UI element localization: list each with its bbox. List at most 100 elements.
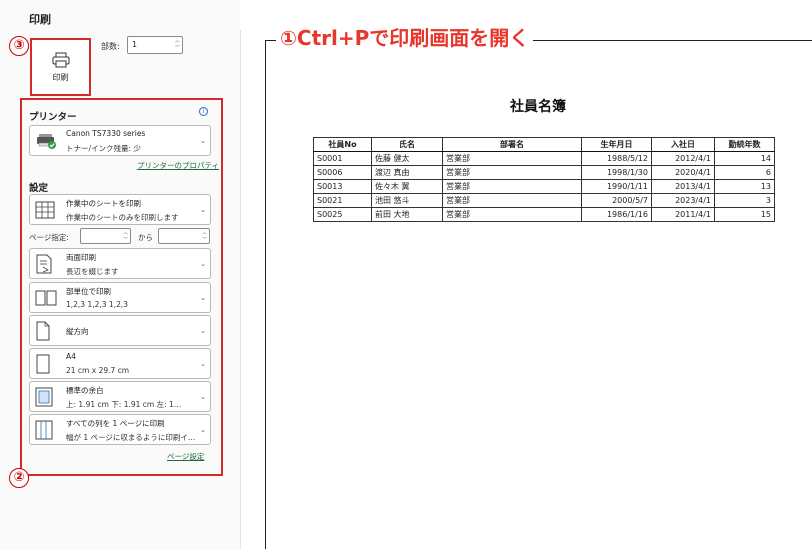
table-row: S0025 前田 大地 営業部 1986/1/16 2011/4/1 15 xyxy=(313,207,775,222)
printer-properties-link[interactable]: プリンターのプロパティ xyxy=(137,160,219,171)
scaling-dropdown[interactable]: すべての列を 1 ページに印刷 幅が 1 ページに収まるように印刷イ… ⌄ xyxy=(29,414,211,445)
page-from-spinner[interactable]: ︿ ﹀ xyxy=(123,230,128,244)
orientation-dropdown[interactable]: 縦方向 ⌄ xyxy=(29,315,211,346)
table-cell: 佐藤 健太 xyxy=(371,151,443,166)
table-cell: 15 xyxy=(714,207,775,222)
copies-spinner[interactable]: ︿ ﹀ xyxy=(175,38,180,52)
table-cell: 前田 大地 xyxy=(371,207,443,222)
chevron-down-icon: ⌄ xyxy=(200,206,206,214)
table-cell: 営業部 xyxy=(442,207,582,222)
print-what-desc: 作業中のシートのみを印刷します xyxy=(66,213,179,222)
margins-title: 標準の余白 xyxy=(66,386,104,395)
table-cell: 佐々木 翼 xyxy=(371,179,443,194)
chevron-down-icon: ⌄ xyxy=(200,426,206,434)
table-cell: 営業部 xyxy=(442,151,582,166)
page-to-spinner[interactable]: ︿ ﹀ xyxy=(202,230,207,244)
orientation-title: 縦方向 xyxy=(66,327,89,336)
table-cell: 2011/4/1 xyxy=(651,207,715,222)
page-range-to-input[interactable]: ︿ ﹀ xyxy=(158,228,210,244)
page-setup-link[interactable]: ページ設定 xyxy=(167,451,204,462)
table-cell: S0013 xyxy=(313,179,372,194)
column-header: 部署名 xyxy=(442,137,582,152)
info-icon[interactable]: i xyxy=(199,107,208,116)
chevron-down-icon: ⌄ xyxy=(200,327,206,335)
collate-desc: 1,2,3 1,2,3 1,2,3 xyxy=(66,300,129,309)
scaling-desc: 幅が 1 ページに収まるように印刷イ… xyxy=(66,433,196,442)
collate-dropdown[interactable]: 部単位で印刷 1,2,3 1,2,3 1,2,3 ⌄ xyxy=(29,282,211,313)
table-row: S0013 佐々木 翼 営業部 1990/1/11 2013/4/1 13 xyxy=(313,179,775,194)
print-preview-page xyxy=(265,40,812,549)
table-header-row: 社員No 氏名 部署名 生年月日 入社日 勤続年数 xyxy=(313,137,775,152)
table-cell: 2012/4/1 xyxy=(651,151,715,166)
table-cell: 1998/1/30 xyxy=(581,165,652,180)
margins-desc: 上: 1.91 cm 下: 1.91 cm 左: 1… xyxy=(66,400,182,409)
paper-size-title: A4 xyxy=(66,352,76,361)
copies-input[interactable]: 1 ︿ ﹀ xyxy=(127,36,183,54)
table-cell: S0025 xyxy=(313,207,372,222)
table-cell: S0006 xyxy=(313,165,372,180)
page-title: 印刷 xyxy=(29,13,51,26)
print-button[interactable]: 印刷 xyxy=(36,43,85,91)
table-cell: 2000/5/7 xyxy=(581,193,652,208)
table-row: S0021 池田 悠斗 営業部 2000/5/7 2023/4/1 3 xyxy=(313,193,775,208)
chevron-down-icon: ⌄ xyxy=(200,260,206,268)
preview-table: 社員No 氏名 部署名 生年月日 入社日 勤続年数 S0001 佐藤 健太 営業… xyxy=(313,137,775,222)
print-button-highlight: 印刷 xyxy=(30,38,91,96)
table-cell: 2013/4/1 xyxy=(651,179,715,194)
print-screen: 印刷 ③ 印刷 部数: 1 ︿ ﹀ プリンター i Canon TS7330 se… xyxy=(0,0,812,549)
duplex-desc: 長辺を綴じます xyxy=(66,267,119,276)
duplex-icon xyxy=(36,254,52,274)
copies-label: 部数: xyxy=(101,42,120,51)
printer-section-title: プリンター xyxy=(29,112,77,123)
table-cell: 渡辺 真由 xyxy=(371,165,443,180)
duplex-title: 両面印刷 xyxy=(66,253,96,262)
printer-icon xyxy=(52,52,69,67)
table-cell: 6 xyxy=(714,165,775,180)
column-header: 氏名 xyxy=(371,137,443,152)
chevron-down-icon: ⌄ xyxy=(200,360,206,368)
table-cell: 営業部 xyxy=(442,165,582,180)
table-cell: 13 xyxy=(714,179,775,194)
table-cell: 池田 悠斗 xyxy=(371,193,443,208)
page-range-from-input[interactable]: ︿ ﹀ xyxy=(80,228,131,244)
column-header: 生年月日 xyxy=(581,137,652,152)
settings-section-title: 設定 xyxy=(29,183,49,194)
table-cell: 1986/1/16 xyxy=(581,207,652,222)
fit-columns-icon xyxy=(35,420,53,440)
table-cell: S0021 xyxy=(313,193,372,208)
callout-two: ② xyxy=(9,468,29,488)
printer-status: トナー/インク残量: 少 xyxy=(66,144,141,153)
column-header: 勤続年数 xyxy=(714,137,775,152)
table-cell: 営業部 xyxy=(442,179,582,194)
margins-dropdown[interactable]: 標準の余白 上: 1.91 cm 下: 1.91 cm 左: 1… ⌄ xyxy=(29,381,211,412)
copies-value: 1 xyxy=(132,40,138,49)
collate-title: 部単位で印刷 xyxy=(66,287,111,296)
table-cell: 14 xyxy=(714,151,775,166)
paper-size-dropdown[interactable]: A4 21 cm x 29.7 cm ⌄ xyxy=(29,348,211,379)
margins-icon xyxy=(35,387,53,407)
page-range-label: ページ指定: xyxy=(29,233,69,242)
table-cell: S0001 xyxy=(313,151,372,166)
print-what-dropdown[interactable]: 作業中のシートを印刷 作業中のシートのみを印刷します ⌄ xyxy=(29,194,211,225)
table-row: S0001 佐藤 健太 営業部 1988/5/12 2012/4/1 14 xyxy=(313,151,775,166)
sheet-grid-icon xyxy=(35,201,55,219)
chevron-down-icon: ⌄ xyxy=(200,137,206,145)
table-cell: 2023/4/1 xyxy=(651,193,715,208)
portrait-page-icon xyxy=(36,321,50,341)
preview-document-title: 社員名簿 xyxy=(510,99,566,115)
print-what-title: 作業中のシートを印刷 xyxy=(66,199,141,208)
chevron-down-icon: ⌄ xyxy=(200,294,206,302)
page-range-to-label: から xyxy=(138,233,153,242)
table-cell: 営業部 xyxy=(442,193,582,208)
duplex-dropdown[interactable]: 両面印刷 長辺を綴じます ⌄ xyxy=(29,248,211,279)
table-cell: 1990/1/11 xyxy=(581,179,652,194)
printer-dropdown[interactable]: Canon TS7330 series トナー/インク残量: 少 ⌄ xyxy=(29,125,211,156)
scaling-title: すべての列を 1 ページに印刷 xyxy=(66,419,165,428)
callout-three: ③ xyxy=(9,36,29,56)
column-header: 入社日 xyxy=(651,137,715,152)
printer-name: Canon TS7330 series xyxy=(66,129,146,138)
table-cell: 1988/5/12 xyxy=(581,151,652,166)
paper-icon xyxy=(36,354,50,374)
callout-header: ①Ctrl+Pで印刷画面を開く xyxy=(276,22,534,51)
table-cell: 2020/4/1 xyxy=(651,165,715,180)
